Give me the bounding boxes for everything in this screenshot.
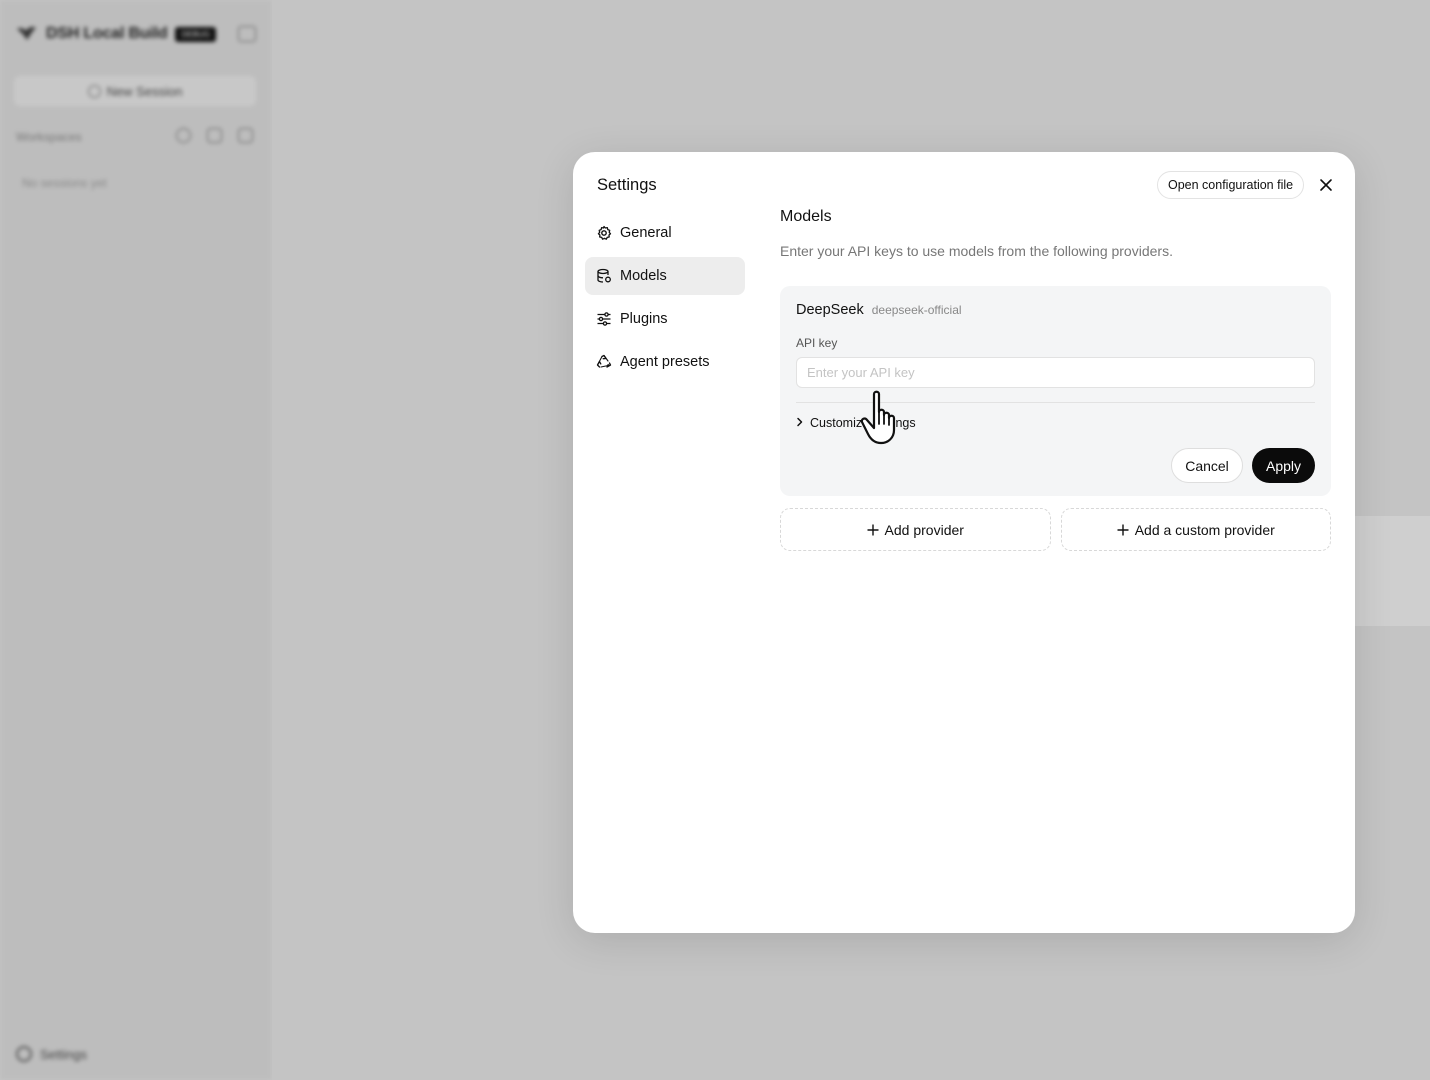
empty-sessions-text: No sessions yet: [22, 176, 107, 190]
new-folder-icon[interactable]: [238, 128, 253, 143]
search-icon[interactable]: [176, 128, 191, 143]
api-key-label: API key: [796, 336, 838, 350]
nav-label-models: Models: [620, 268, 667, 284]
open-config-button[interactable]: Open configuration file: [1157, 171, 1305, 199]
apply-button[interactable]: Apply: [1252, 448, 1315, 483]
recycle-icon: [596, 354, 612, 370]
new-session-label: New Session: [106, 83, 183, 99]
nav-item-models[interactable]: Models: [585, 257, 745, 295]
nav-label-plugins: Plugins: [620, 311, 668, 327]
workspace-actions: [176, 128, 253, 143]
provider-header: DeepSeek deepseek-official: [796, 302, 962, 318]
provider-name: DeepSeek: [796, 302, 864, 318]
nav-item-plugins[interactable]: Plugins: [585, 300, 745, 338]
app-title: DSH Local Build: [46, 25, 168, 42]
modal-title: Settings: [597, 176, 657, 194]
nav-item-general[interactable]: General: [585, 214, 745, 252]
add-custom-provider-label: Add a custom provider: [1134, 521, 1275, 538]
add-provider-button[interactable]: Add provider: [780, 508, 1051, 551]
sidebar: DSH Local Build DEBUG New Session Worksp…: [0, 0, 272, 1080]
models-panel: Models Enter your API keys to use models…: [780, 208, 1331, 551]
api-key-input[interactable]: [796, 357, 1315, 388]
sidebar-settings-button[interactable]: Settings: [16, 1046, 87, 1062]
panel-title: Models: [780, 208, 832, 225]
background-panel: [1352, 516, 1430, 626]
add-provider-row: Add provider Add a custom provider: [780, 508, 1331, 551]
plus-icon: [1117, 521, 1129, 539]
add-custom-provider-button[interactable]: Add a custom provider: [1060, 508, 1331, 551]
add-provider-label: Add provider: [884, 521, 964, 538]
settings-nav: General Models Plugins Agent presets: [585, 214, 745, 386]
database-icon: [596, 268, 612, 284]
new-session-button[interactable]: New Session: [14, 76, 256, 106]
sidebar-header: DSH Local Build DEBUG: [14, 22, 216, 46]
gear-icon: [16, 1046, 32, 1062]
close-icon[interactable]: [1315, 174, 1337, 196]
provider-id: deepseek-official: [871, 303, 962, 317]
gear-icon: [596, 225, 612, 241]
plus-circle-icon: [87, 84, 101, 98]
chevron-right-icon: [796, 416, 804, 430]
hand-pointer-icon: [858, 388, 906, 446]
panel-description: Enter your API keys to use models from t…: [780, 243, 1173, 259]
nav-item-agent-presets[interactable]: Agent presets: [585, 343, 745, 381]
app-logo-icon: [14, 22, 38, 46]
plus-icon: [867, 521, 879, 539]
cancel-button[interactable]: Cancel: [1171, 448, 1243, 483]
sliders-icon: [596, 311, 612, 327]
sidebar-toggle-icon[interactable]: [238, 26, 256, 42]
build-badge: DEBUG: [175, 26, 216, 42]
sidebar-settings-label: Settings: [40, 1046, 87, 1062]
settings-modal: Settings Open configuration file General…: [573, 152, 1355, 933]
workspaces-label: Workspaces: [16, 130, 82, 144]
nav-label-agent-presets: Agent presets: [620, 354, 710, 370]
nav-label-general: General: [620, 225, 672, 241]
filter-icon[interactable]: [207, 128, 222, 143]
